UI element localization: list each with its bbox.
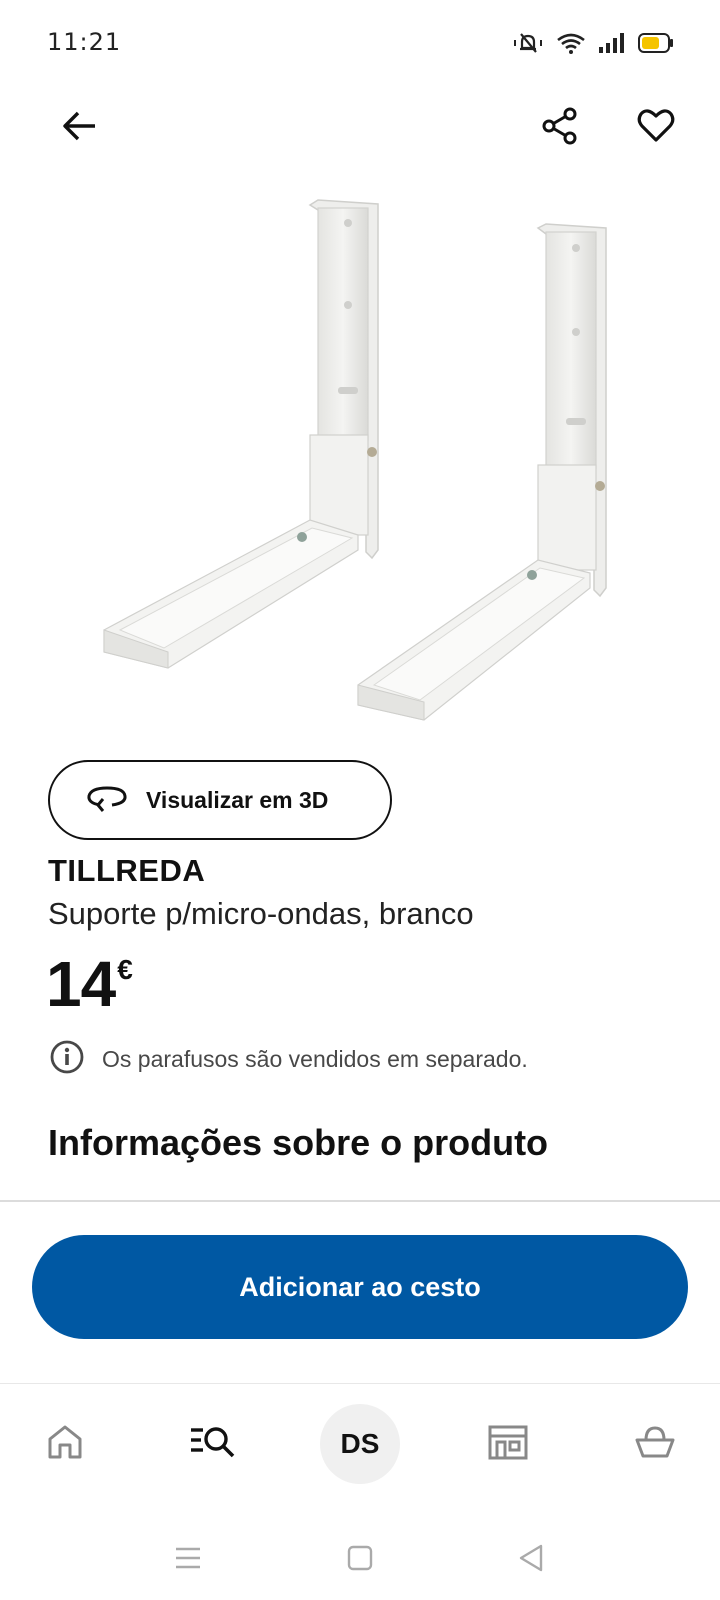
- screws-note: Os parafusos são vendidos em separado.: [50, 1040, 528, 1079]
- basket-icon: [634, 1423, 676, 1466]
- right-bracket: [357, 223, 607, 721]
- left-bracket: [103, 199, 379, 669]
- nav-home[interactable]: [21, 1400, 109, 1488]
- back-arrow-icon[interactable]: [50, 96, 110, 156]
- status-icons: [512, 30, 674, 61]
- status-bar: 11:21: [0, 0, 720, 88]
- share-icon[interactable]: [530, 96, 590, 156]
- back-triangle-icon[interactable]: [501, 1528, 561, 1588]
- search-list-icon: [189, 1423, 237, 1466]
- nav-store[interactable]: [464, 1400, 552, 1488]
- product-description: Suporte p/micro-ondas, branco: [48, 896, 474, 931]
- divider: [0, 1200, 720, 1202]
- heart-icon[interactable]: [626, 96, 686, 156]
- bottom-nav: DS: [0, 1400, 720, 1500]
- info-icon: [50, 1040, 84, 1079]
- menu-icon[interactable]: [158, 1528, 218, 1588]
- product-image: [90, 190, 630, 750]
- nav-basket[interactable]: [611, 1400, 699, 1488]
- product-name: TILLREDA: [48, 853, 206, 888]
- signal-icon: [598, 32, 626, 59]
- price-value: 14: [46, 948, 116, 1020]
- top-bar: [0, 88, 720, 168]
- rotate-3d-icon: [86, 783, 128, 818]
- wifi-icon: [556, 31, 586, 60]
- mute-icon: [512, 30, 544, 61]
- home-icon: [46, 1423, 84, 1466]
- status-time: 11:21: [47, 28, 122, 56]
- store-icon: [487, 1423, 529, 1466]
- product-price: 14 €: [46, 952, 133, 1016]
- divider: [0, 1383, 720, 1384]
- view-3d-button[interactable]: Visualizar em 3D: [48, 760, 392, 840]
- add-to-cart-label: Adicionar ao cesto: [239, 1271, 481, 1302]
- product-info-heading[interactable]: Informações sobre o produto: [48, 1122, 548, 1164]
- view-3d-label: Visualizar em 3D: [146, 786, 329, 813]
- nav-search[interactable]: [169, 1400, 257, 1488]
- add-to-cart-button[interactable]: Adicionar ao cesto: [32, 1235, 688, 1339]
- nav-profile[interactable]: DS: [316, 1400, 404, 1488]
- system-nav: [0, 1518, 720, 1600]
- note-text: Os parafusos são vendidos em separado.: [102, 1046, 528, 1072]
- avatar: DS: [320, 1404, 400, 1484]
- price-currency: €: [117, 954, 133, 985]
- battery-icon: [638, 32, 674, 59]
- square-icon[interactable]: [330, 1528, 390, 1588]
